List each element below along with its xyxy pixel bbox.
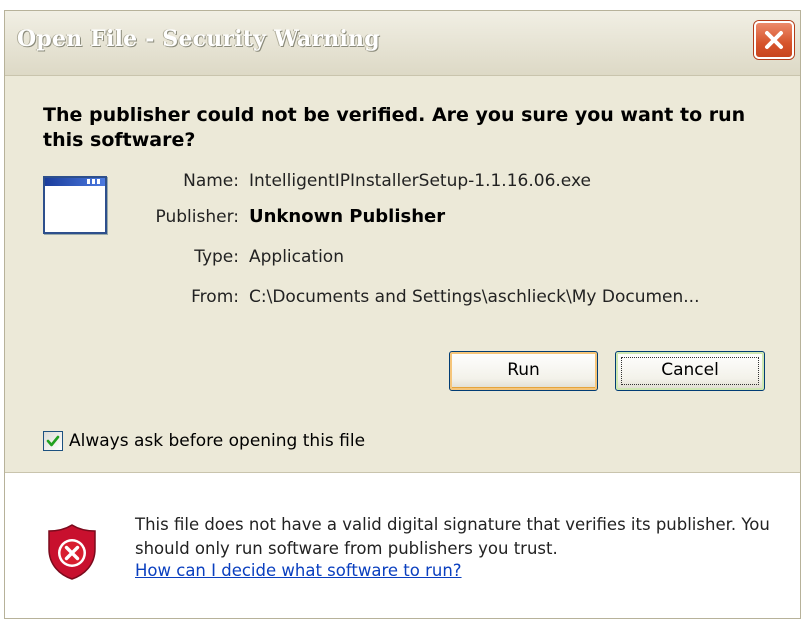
- warning-heading: The publisher could not be verified. Are…: [43, 104, 746, 151]
- info-panel: This file does not have a valid digital …: [5, 472, 800, 618]
- from-value: C:\Documents and Settings\aschlieck\My D…: [249, 287, 700, 307]
- name-value: IntelligentIPInstallerSetup-1.1.16.06.ex…: [249, 171, 591, 191]
- always-ask-label[interactable]: Always ask before opening this file: [69, 431, 365, 451]
- close-icon: [765, 31, 783, 49]
- signature-warning-text: This file does not have a valid digital …: [135, 515, 770, 558]
- title-bar[interactable]: Open File - Security Warning: [5, 11, 800, 76]
- help-link[interactable]: How can I decide what software to run?: [135, 561, 462, 580]
- always-ask-checkbox[interactable]: [43, 431, 63, 451]
- cancel-button[interactable]: Cancel: [615, 351, 765, 391]
- dialog-title: Open File - Security Warning: [17, 26, 380, 52]
- run-button[interactable]: Run: [449, 351, 598, 391]
- shield-error-icon: [48, 524, 96, 580]
- security-warning-dialog: Open File - Security Warning The publish…: [4, 10, 801, 619]
- from-label: From:: [191, 287, 239, 307]
- close-button[interactable]: [754, 21, 794, 59]
- application-window-icon: [43, 176, 107, 234]
- publisher-label: Publisher:: [155, 207, 239, 227]
- type-value: Application: [249, 247, 344, 267]
- publisher-value: Unknown Publisher: [249, 206, 446, 227]
- checkmark-icon: [46, 435, 60, 447]
- type-label: Type:: [194, 247, 239, 267]
- name-label: Name:: [183, 171, 239, 191]
